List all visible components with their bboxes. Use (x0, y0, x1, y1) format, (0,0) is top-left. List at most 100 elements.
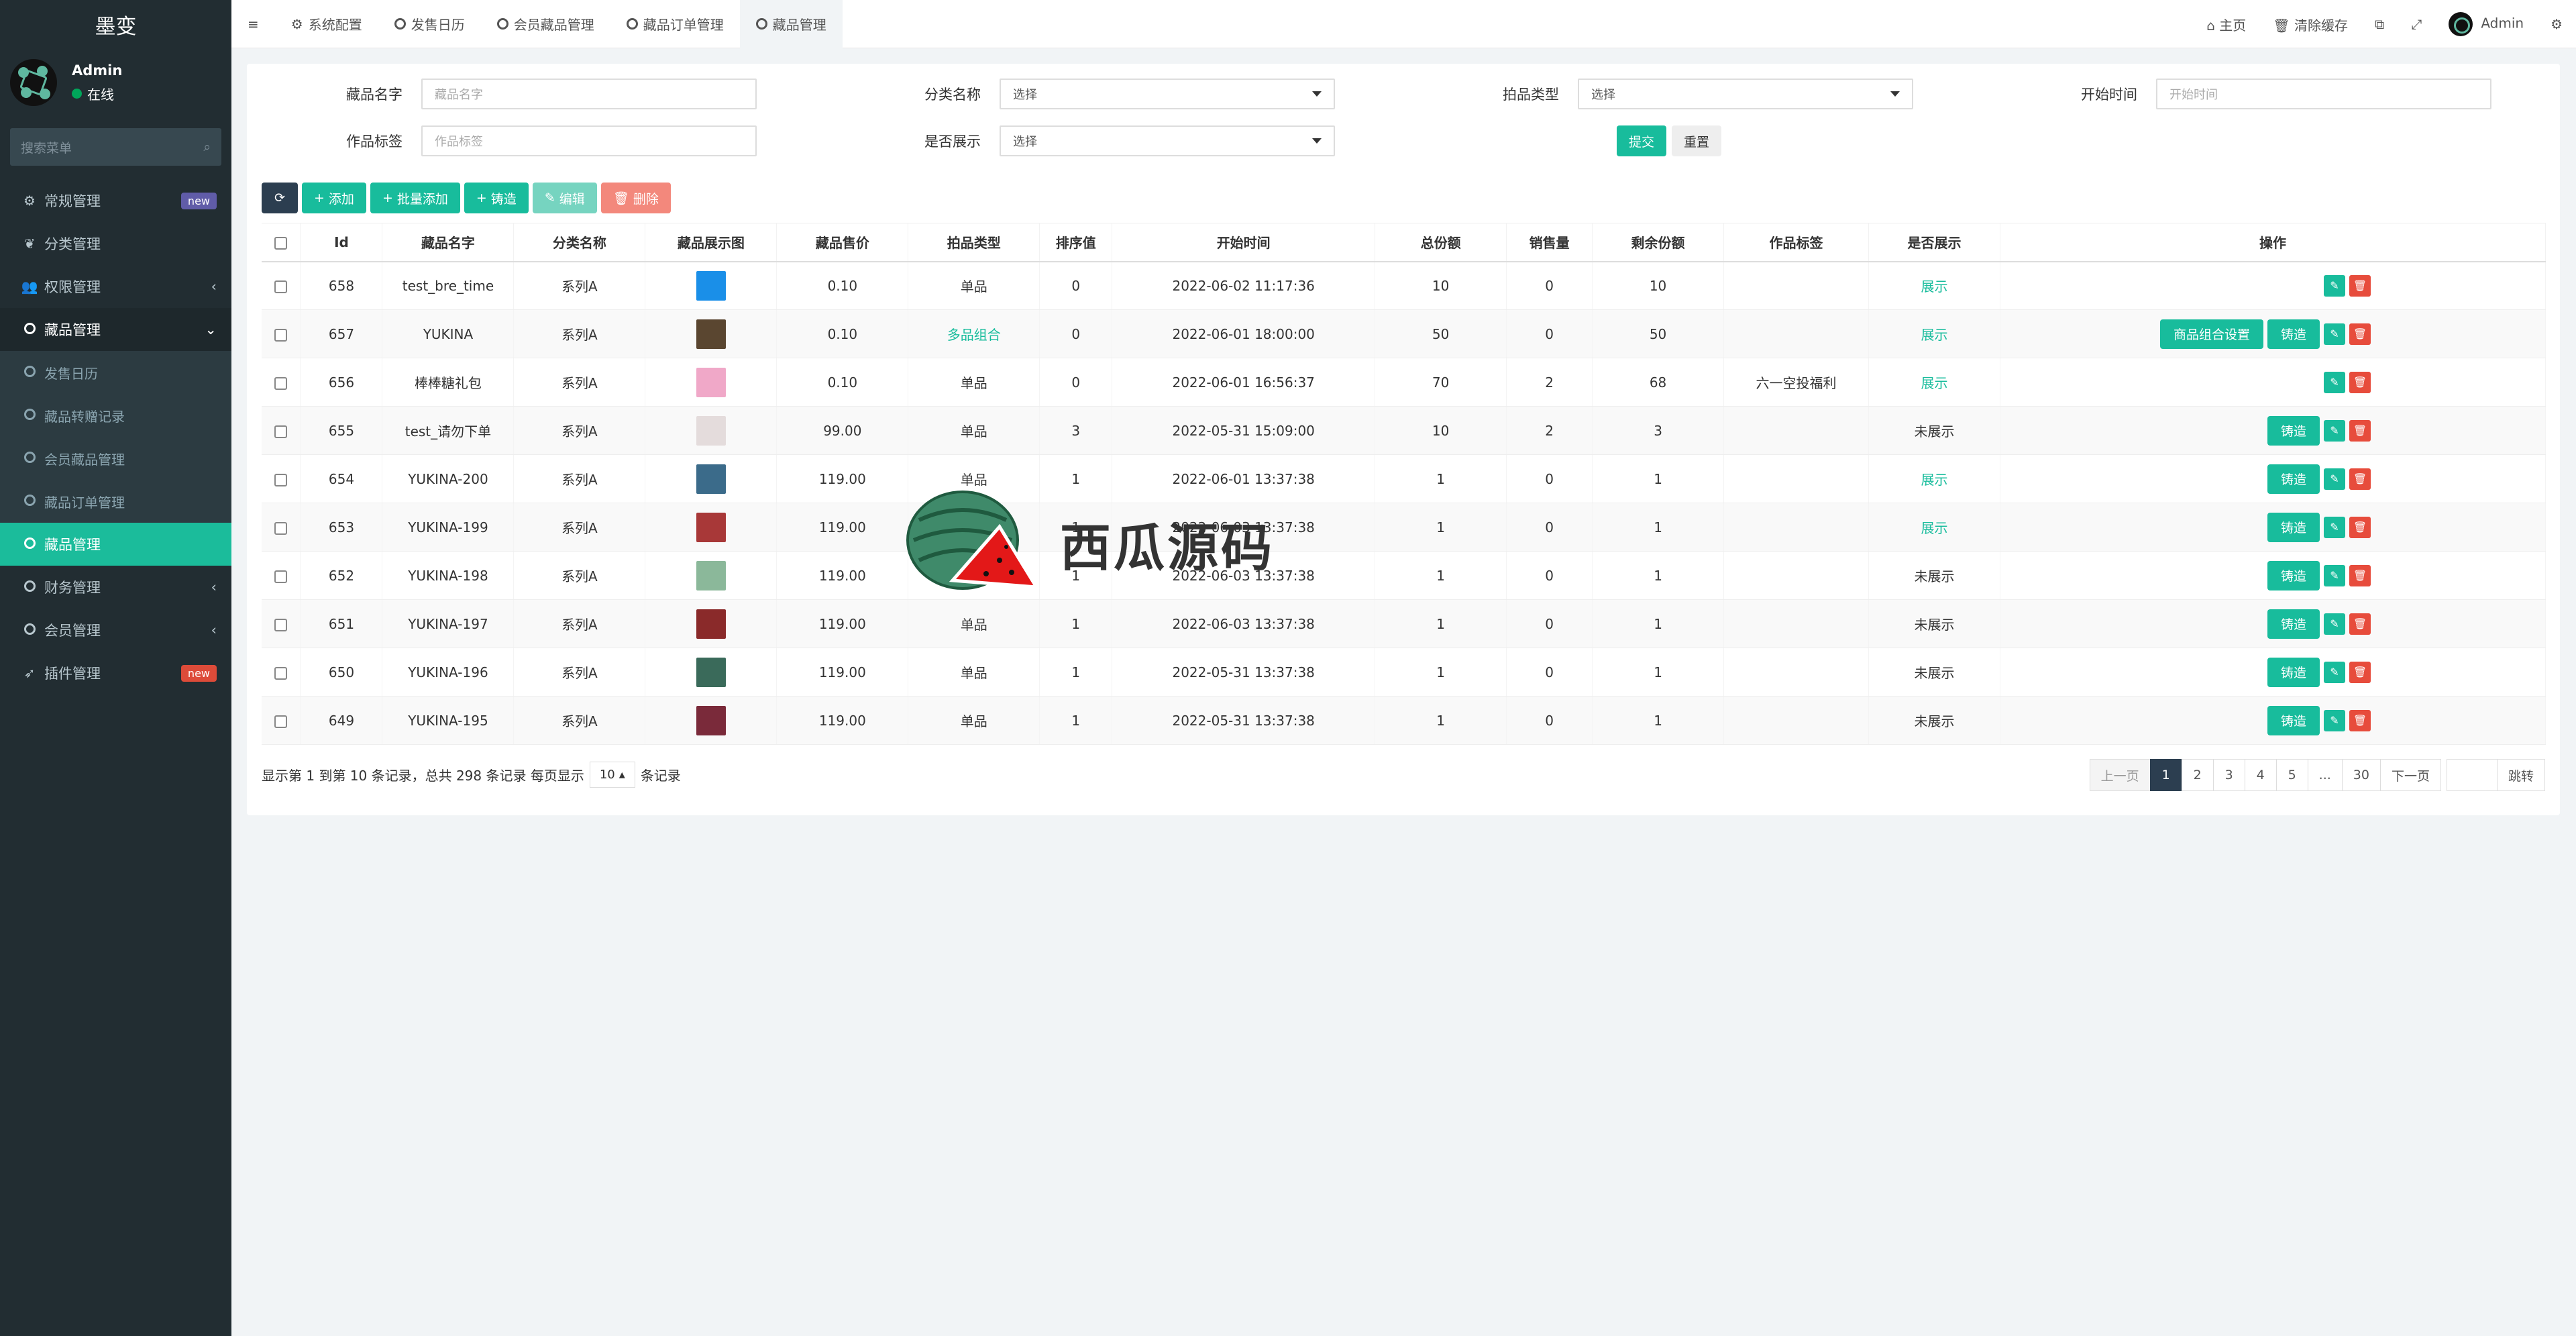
cast-row-button[interactable]: 铸造 (2267, 609, 2320, 639)
row-checkbox[interactable] (262, 551, 301, 600)
sidebar-item-permission[interactable]: 👥 权限管理 ‹ (0, 265, 231, 308)
delete-row-button[interactable]: 🗑 (2349, 468, 2371, 490)
column-header[interactable]: 分类名称 (513, 223, 646, 262)
batch-add-button[interactable]: + 批量添加 (370, 183, 460, 213)
column-header[interactable]: 藏品展示图 (645, 223, 777, 262)
delete-row-button[interactable]: 🗑 (2349, 613, 2371, 635)
search-icon[interactable]: ⌕ (203, 140, 211, 154)
refresh-button[interactable]: ⟳ (262, 183, 298, 213)
edit-row-button[interactable]: ✎ (2324, 468, 2345, 490)
cogs-icon[interactable]: ⚙ (2551, 16, 2563, 32)
sidebar-item-plugin[interactable]: ➶ 插件管理 new (0, 652, 231, 695)
collection-thumbnail[interactable] (696, 464, 726, 494)
sidebar-toggle-button[interactable]: ≡ (231, 0, 275, 48)
edit-row-button[interactable]: ✎ (2324, 419, 2345, 442)
collection-thumbnail[interactable] (696, 415, 726, 446)
collection-thumbnail[interactable] (696, 560, 726, 590)
row-checkbox[interactable] (262, 696, 301, 745)
tab-system-config[interactable]: ⚙ 系统配置 (275, 0, 378, 48)
edit-row-button[interactable]: ✎ (2324, 564, 2345, 586)
edit-button[interactable]: ✎ 编辑 (532, 183, 597, 213)
edit-row-button[interactable]: ✎ (2324, 323, 2345, 345)
sidebar-item-sale-calendar[interactable]: 发售日历 (0, 351, 231, 394)
delete-row-button[interactable]: 🗑 (2349, 661, 2371, 683)
edit-row-button[interactable]: ✎ (2324, 371, 2345, 393)
cast-row-button[interactable]: 铸造 (2267, 512, 2320, 542)
show-select[interactable]: 选择 (1000, 125, 1335, 156)
cast-row-button[interactable]: 铸造 (2267, 464, 2320, 494)
delete-row-button[interactable]: 🗑 (2349, 564, 2371, 586)
home-link[interactable]: ⌂ 主页 (2206, 15, 2246, 34)
page-button[interactable]: 3 (2212, 759, 2245, 791)
reset-button[interactable]: 重置 (1672, 125, 1722, 156)
tab-sale-calendar[interactable]: 发售日历 (378, 0, 481, 48)
add-button[interactable]: + 添加 (302, 183, 366, 213)
delete-button[interactable]: 🗑 删除 (600, 183, 671, 213)
column-header[interactable]: 剩余份额 (1592, 223, 1725, 262)
edit-row-button[interactable]: ✎ (2324, 516, 2345, 538)
clear-cache-button[interactable]: 🗑 清除缓存 (2273, 15, 2348, 34)
jump-button[interactable]: 跳转 (2496, 759, 2545, 791)
collection-thumbnail[interactable] (696, 657, 726, 687)
collection-thumbnail[interactable] (696, 609, 726, 639)
row-checkbox[interactable] (262, 454, 301, 503)
column-header[interactable]: 销售量 (1506, 223, 1593, 262)
cast-row-button[interactable]: 铸造 (2267, 319, 2320, 349)
column-header[interactable]: 是否展示 (1868, 223, 2000, 262)
sidebar-item-transfer-record[interactable]: 藏品转赠记录 (0, 394, 231, 437)
user-menu[interactable]: Admin (2449, 12, 2524, 36)
page-size-select[interactable]: 10 ▴ (589, 762, 635, 788)
row-checkbox[interactable] (262, 406, 301, 455)
delete-row-button[interactable]: 🗑 (2349, 419, 2371, 442)
tag-input[interactable]: 作品标签 (421, 125, 757, 156)
sidebar-item-finance[interactable]: 财务管理 ‹ (0, 566, 231, 609)
page-button[interactable]: 2 (2181, 759, 2214, 791)
sidebar-item-collection-order[interactable]: 藏品订单管理 (0, 480, 231, 523)
jump-page-input[interactable] (2446, 759, 2498, 791)
delete-row-button[interactable]: 🗑 (2349, 709, 2371, 731)
column-header[interactable]: 排序值 (1039, 223, 1113, 262)
name-input[interactable]: 藏品名字 (421, 79, 757, 109)
sidebar-item-general[interactable]: ⚙ 常规管理 new (0, 179, 231, 222)
column-header[interactable]: 藏品售价 (776, 223, 909, 262)
category-select[interactable]: 选择 (1000, 79, 1335, 109)
column-header[interactable]: Id (300, 223, 383, 262)
tab-collection-order[interactable]: 藏品订单管理 (610, 0, 740, 48)
page-button[interactable]: 5 (2275, 759, 2308, 791)
row-checkbox[interactable] (262, 503, 301, 552)
row-checkbox[interactable] (262, 358, 301, 407)
column-header[interactable]: 总份额 (1375, 223, 1507, 262)
collection-thumbnail[interactable] (696, 270, 726, 301)
cast-row-button[interactable]: 铸造 (2267, 560, 2320, 590)
submit-button[interactable]: 提交 (1617, 125, 1667, 156)
sidebar-item-collection-group[interactable]: 藏品管理 ⌄ (0, 308, 231, 351)
cast-button[interactable]: + 铸造 (464, 183, 529, 213)
prev-page-button[interactable]: 上一页 (2089, 759, 2151, 791)
delete-row-button[interactable]: 🗑 (2349, 274, 2371, 297)
language-icon[interactable]: ⧉ (2375, 16, 2384, 32)
collection-thumbnail[interactable] (696, 512, 726, 542)
fullscreen-icon[interactable]: ⤢ (2411, 16, 2422, 32)
combo-settings-button[interactable]: 商品组合设置 (2159, 319, 2263, 349)
cast-row-button[interactable]: 铸造 (2267, 705, 2320, 735)
sidebar-item-collection-manage[interactable]: 藏品管理 (0, 523, 231, 566)
start-time-input[interactable]: 开始时间 (2156, 79, 2491, 109)
collection-thumbnail[interactable] (696, 705, 726, 735)
column-header[interactable]: 拍品类型 (908, 223, 1040, 262)
menu-search-input[interactable]: 搜索菜单 ⌕ (10, 128, 221, 166)
edit-row-button[interactable]: ✎ (2324, 613, 2345, 635)
column-header[interactable]: 开始时间 (1112, 223, 1376, 262)
page-button[interactable]: 1 (2149, 759, 2182, 791)
column-header[interactable]: 作品标签 (1723, 223, 1869, 262)
edit-row-button[interactable]: ✎ (2324, 661, 2345, 683)
delete-row-button[interactable]: 🗑 (2349, 323, 2371, 345)
column-header[interactable]: 藏品名字 (382, 223, 515, 262)
row-checkbox[interactable] (262, 648, 301, 697)
sidebar-item-member-collection[interactable]: 会员藏品管理 (0, 437, 231, 480)
delete-row-button[interactable]: 🗑 (2349, 371, 2371, 393)
edit-row-button[interactable]: ✎ (2324, 709, 2345, 731)
tab-collection-manage[interactable]: 藏品管理 (739, 0, 843, 48)
cast-row-button[interactable]: 铸造 (2267, 415, 2320, 446)
row-checkbox[interactable] (262, 261, 301, 310)
collection-thumbnail[interactable] (696, 319, 726, 349)
